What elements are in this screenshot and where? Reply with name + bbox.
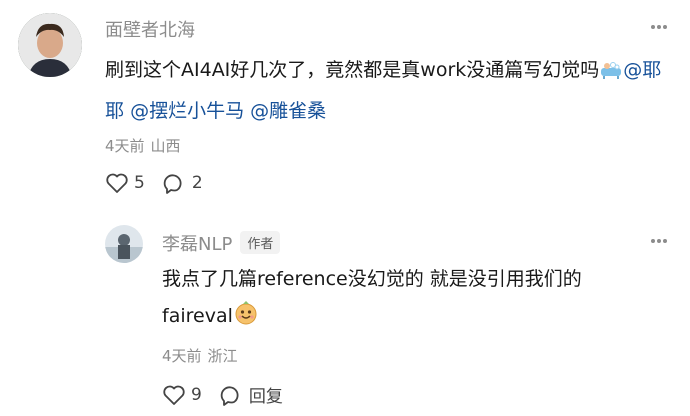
like-button[interactable]: 9 xyxy=(162,384,202,406)
comment-text-content: faireval xyxy=(162,305,233,327)
comment-author[interactable]: 面壁者北海 xyxy=(105,16,195,42)
like-button[interactable]: 5 xyxy=(105,172,145,194)
comment-author: 李磊NLP 作者 xyxy=(162,230,281,256)
more-options-icon[interactable] xyxy=(648,230,670,252)
comment-meta: 4天前 浙江 xyxy=(162,345,238,366)
heart-icon xyxy=(163,385,185,405)
comment-text: 我点了几篇reference没幻觉的 就是没引用我们的 faireval xyxy=(162,261,677,339)
comment-text-content: 刷到这个AI4AI好几次了，竟然都是真work没通篇写幻觉吗 xyxy=(105,59,600,81)
reply-count: 2 xyxy=(191,173,203,193)
comment-actions: 5 2 xyxy=(105,172,221,194)
heart-icon xyxy=(106,173,128,193)
like-count: 5 xyxy=(134,173,145,193)
comment-meta: 4天前 山西 xyxy=(105,135,181,156)
comment-author-name[interactable]: 李磊NLP xyxy=(162,234,232,255)
avatar[interactable] xyxy=(105,225,143,263)
like-count: 9 xyxy=(191,384,202,405)
avatar[interactable] xyxy=(18,13,82,77)
hugging-face-emoji-icon xyxy=(233,300,259,339)
reply-count-button[interactable]: 2 xyxy=(163,172,203,194)
comment-text: 刷到这个AI4AI好几次了，竟然都是真work没通篇写幻觉吗 @耶耶 @摆烂小牛马… xyxy=(105,52,675,130)
more-options-icon[interactable] xyxy=(648,16,670,38)
author-badge: 作者 xyxy=(240,231,281,254)
bathtub-emoji-icon xyxy=(599,56,623,93)
mention-link[interactable]: @雕雀桑 xyxy=(250,100,326,122)
comment-bubble-icon xyxy=(220,385,239,406)
comment-actions: 9 回复 xyxy=(162,382,301,407)
reply-button[interactable]: 回复 xyxy=(220,382,283,407)
mention-link[interactable]: @摆烂小牛马 xyxy=(130,100,244,122)
comment-text-line: 我点了几篇reference没幻觉的 就是没引用我们的 xyxy=(162,268,582,290)
comment-time: 4天前 xyxy=(162,347,202,365)
reply-label: 回复 xyxy=(248,387,283,407)
comment-location: 浙江 xyxy=(207,347,238,365)
comment-location: 山西 xyxy=(150,137,181,155)
comment-text-line: faireval xyxy=(162,298,677,339)
comment-bubble-icon xyxy=(163,174,182,194)
comment-time: 4天前 xyxy=(105,137,145,155)
